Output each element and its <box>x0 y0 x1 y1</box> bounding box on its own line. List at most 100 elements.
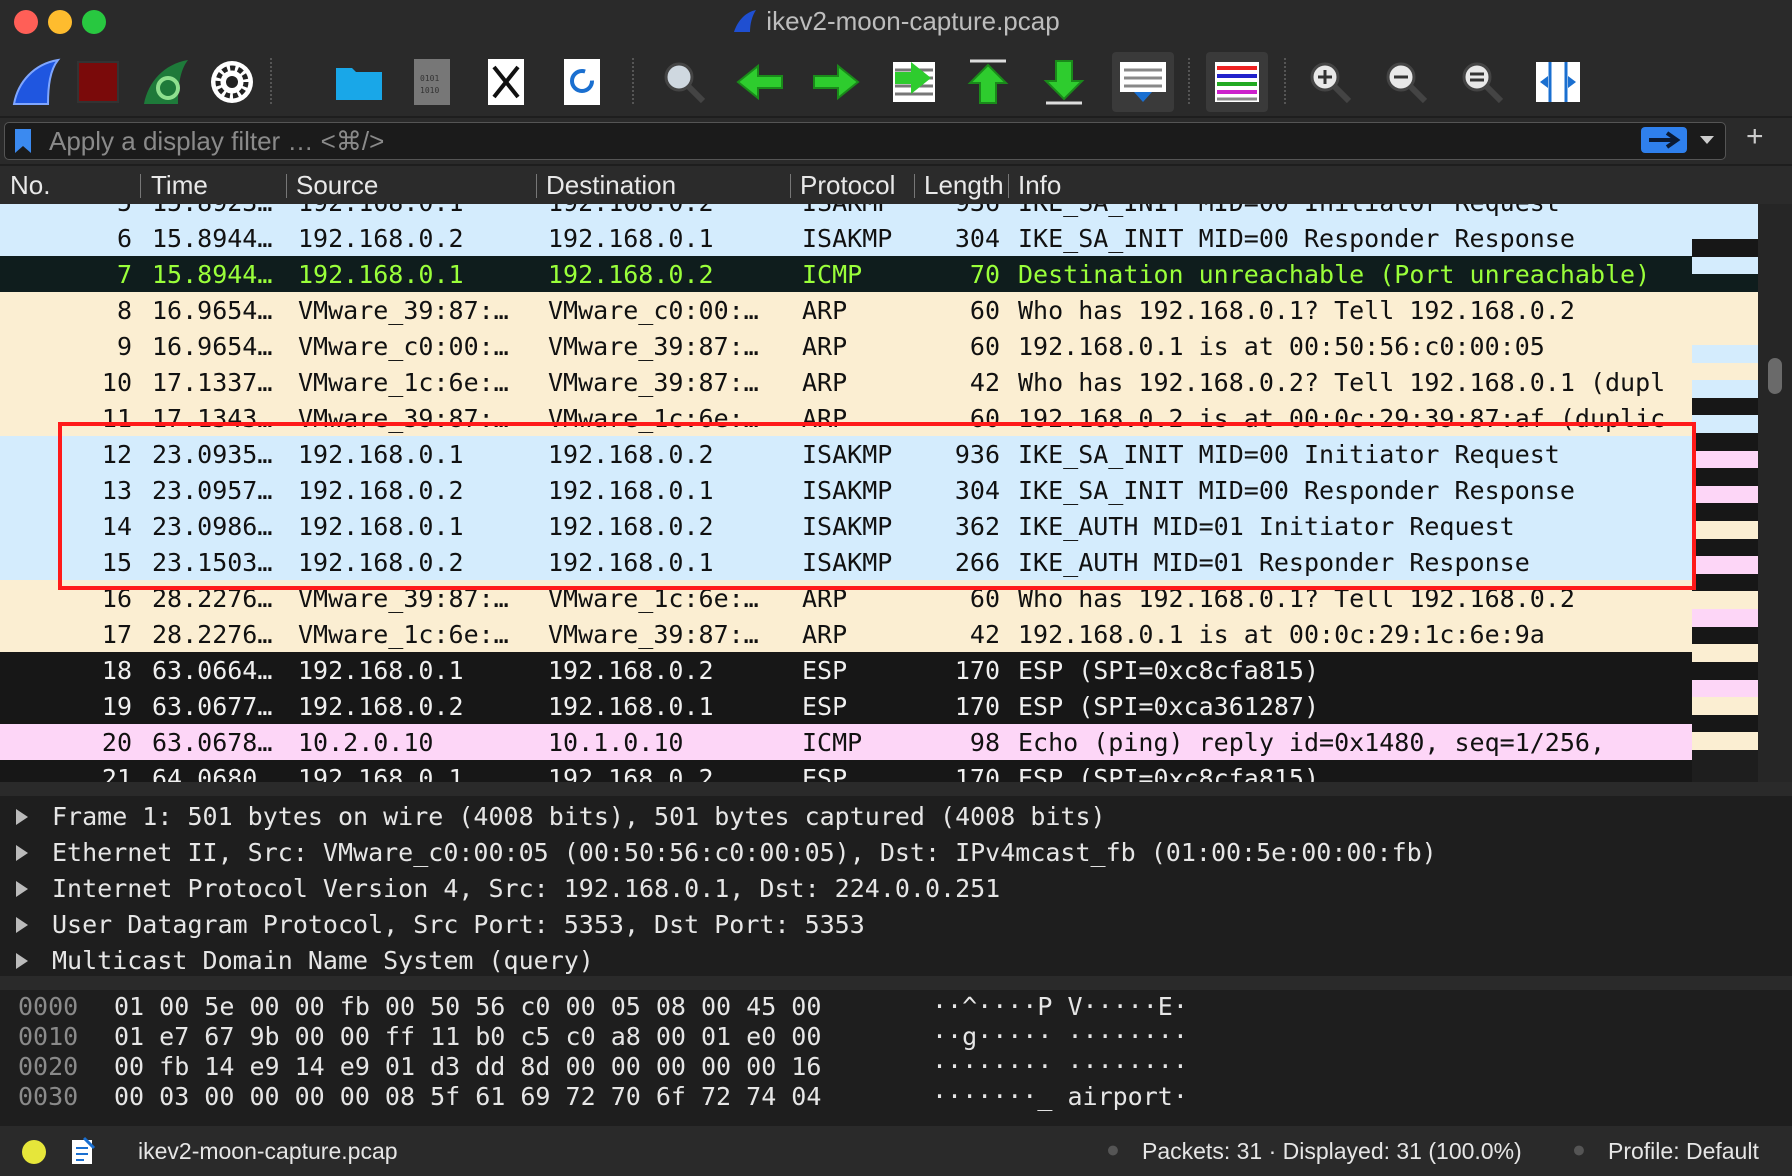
expand-arrow-icon[interactable] <box>16 953 28 969</box>
start-capture-icon[interactable] <box>8 54 64 110</box>
packet-cell-dst: 10.1.0.10 <box>548 728 684 757</box>
pane-splitter[interactable] <box>0 782 1792 796</box>
close-file-icon[interactable] <box>478 54 534 110</box>
main-toolbar: 0101 1010 <box>0 44 1792 116</box>
expand-arrow-icon[interactable] <box>16 845 28 861</box>
packet-cell-proto: ARP <box>802 332 848 361</box>
go-first-packet-icon[interactable] <box>960 54 1016 110</box>
pane-splitter[interactable] <box>0 976 1792 990</box>
packet-cell-time: 63.0677… <box>152 692 273 721</box>
packet-row[interactable]: 10 17.1337… VMware_1c:6e:… VMware_39:87:… AR… <box>0 364 1692 400</box>
packet-cell-time: 28.2276… <box>152 620 273 649</box>
detail-row-mdns[interactable]: Multicast Domain Name System (query) <box>0 944 1792 976</box>
minimap-stripe <box>1692 415 1758 434</box>
minimap-stripe <box>1692 221 1758 240</box>
minimap-stripe <box>1692 697 1758 716</box>
column-divider[interactable] <box>1008 174 1009 198</box>
capture-comment-icon[interactable] <box>70 1136 96 1166</box>
go-to-packet-icon[interactable] <box>884 54 940 110</box>
display-filter-box <box>4 122 1726 160</box>
packet-cell-no: 8 <box>116 296 132 325</box>
detail-row-ip[interactable]: Internet Protocol Version 4, Src: 192.16… <box>0 872 1792 908</box>
packet-list-scrollbar[interactable] <box>1758 204 1792 782</box>
go-last-packet-icon[interactable] <box>1036 54 1092 110</box>
go-back-icon[interactable] <box>732 54 788 110</box>
chevron-down-icon[interactable] <box>1699 135 1715 145</box>
apply-filter-button[interactable] <box>1641 127 1687 153</box>
packet-cell-dst: 192.168.0.1 <box>548 692 714 721</box>
find-packet-icon[interactable] <box>656 54 712 110</box>
packet-row[interactable]: 19 63.0677… 192.168.0.2 192.168.0.1 ESP 170 ES… <box>0 688 1692 724</box>
status-profile[interactable]: Profile: Default <box>1608 1138 1759 1165</box>
go-forward-icon[interactable] <box>808 54 864 110</box>
minimap-stripe <box>1692 661 1758 681</box>
packet-row[interactable]: 7 15.8944… 192.168.0.1 192.168.0.2 ICMP 70 Des… <box>0 256 1692 292</box>
arrow-right-icon <box>1649 131 1681 149</box>
status-packet-count: Packets: 31 · Displayed: 31 (100.0%) <box>1142 1138 1522 1164</box>
add-filter-button[interactable]: + <box>1746 120 1764 154</box>
packet-cell-src: 10.2.0.10 <box>298 728 434 757</box>
packet-cell-time: 63.0664… <box>152 656 273 685</box>
svg-text:1010: 1010 <box>420 86 439 95</box>
packet-row[interactable]: 18 63.0664… 192.168.0.1 192.168.0.2 ESP 170 ES… <box>0 652 1692 688</box>
autoscroll-icon[interactable] <box>1112 52 1174 112</box>
packet-cell-no: 9 <box>116 332 132 361</box>
reload-file-icon[interactable] <box>554 54 610 110</box>
minimap-stripe <box>1692 362 1758 381</box>
packet-cell-dst: 192.168.0.2 <box>548 764 714 782</box>
expert-info-icon[interactable] <box>20 1138 48 1166</box>
column-header-source[interactable]: Source <box>296 170 526 201</box>
packet-cell-info: Destination unreachable (Port unreachabl… <box>1018 260 1651 289</box>
column-divider[interactable] <box>914 174 915 198</box>
packet-row[interactable]: 9 16.9654… VMware_c0:00:… VMware_39:87:… ARP… <box>0 328 1692 364</box>
packet-cell-info: 192.168.0.1 is at 00:50:56:c0:00:05 <box>1018 332 1545 361</box>
save-file-icon[interactable]: 0101 1010 <box>404 54 460 110</box>
packet-row[interactable]: 5 15.8923… 192.168.0.1 192.168.0.2 ISAKMP936… <box>0 204 1692 220</box>
restart-capture-icon[interactable] <box>138 54 194 110</box>
resize-columns-icon[interactable] <box>1530 54 1586 110</box>
packet-minimap[interactable] <box>1692 204 1758 751</box>
packet-row[interactable]: 6 15.8944… 192.168.0.2 192.168.0.1 ISAKMP 304… <box>0 220 1692 256</box>
colorize-icon[interactable] <box>1206 52 1268 112</box>
toolbar-separator <box>1188 58 1190 104</box>
zoom-out-icon[interactable] <box>1378 54 1434 110</box>
column-divider[interactable] <box>536 174 537 198</box>
capture-options-icon[interactable] <box>204 54 260 110</box>
scrollbar-thumb[interactable] <box>1768 358 1782 394</box>
open-file-icon[interactable] <box>332 54 388 110</box>
column-divider[interactable] <box>286 174 287 198</box>
minimap-stripe <box>1692 714 1758 733</box>
zoom-in-icon[interactable] <box>1302 54 1358 110</box>
column-header-time[interactable]: Time <box>151 170 281 201</box>
minimap-stripe <box>1692 591 1758 610</box>
detail-row-ethernet[interactable]: Ethernet II, Src: VMware_c0:00:05 (00:50… <box>0 836 1792 872</box>
expand-arrow-icon[interactable] <box>16 809 28 825</box>
column-divider[interactable] <box>140 174 141 198</box>
packet-cell-info: Who has 192.168.0.1? Tell 192.168.0.2 <box>1018 296 1575 325</box>
packet-row[interactable]: 17 28.2276… VMware_1c:6e:… VMware_39:87:… AR… <box>0 616 1692 652</box>
minimap-stripe <box>1692 538 1758 557</box>
stop-capture-icon[interactable] <box>70 54 126 110</box>
packet-row[interactable]: 8 16.9654… VMware_39:87:… VMware_c0:00:… ARP… <box>0 292 1692 328</box>
detail-row-udp[interactable]: User Datagram Protocol, Src Port: 5353, … <box>0 908 1792 944</box>
column-divider[interactable] <box>790 174 791 198</box>
minimap-stripe <box>1692 485 1758 504</box>
expand-arrow-icon[interactable] <box>16 917 28 933</box>
detail-row-frame[interactable]: Frame 1: 501 bytes on wire (4008 bits), … <box>0 800 1792 836</box>
title-bar: ikev2-moon-capture.pcap <box>0 0 1792 44</box>
expand-arrow-icon[interactable] <box>16 881 28 897</box>
column-header-info[interactable]: Info <box>1018 170 1318 201</box>
display-filter-input[interactable] <box>47 125 1631 157</box>
minimap-stripe <box>1692 450 1758 469</box>
packet-cell-dst: VMware_39:87:… <box>548 368 759 397</box>
packet-row[interactable]: 21 64.0680… 192.168.0.1 192.168.0.2 ESP 170 ES… <box>0 760 1692 782</box>
minimap-stripe <box>1692 256 1758 275</box>
normal-size-icon[interactable] <box>1454 54 1510 110</box>
bookmark-icon[interactable] <box>13 128 33 154</box>
column-header-protocol[interactable]: Protocol <box>800 170 912 201</box>
column-header-no[interactable]: No. <box>10 170 130 201</box>
packet-row[interactable]: 20 63.0678… 10.2.0.10 10.1.0.10 ICMP 98 Echo (… <box>0 724 1692 760</box>
packet-cell-info: ESP (SPI=0xca361287) <box>1018 692 1320 721</box>
column-header-length[interactable]: Length <box>924 170 1002 201</box>
column-header-destination[interactable]: Destination <box>546 170 786 201</box>
